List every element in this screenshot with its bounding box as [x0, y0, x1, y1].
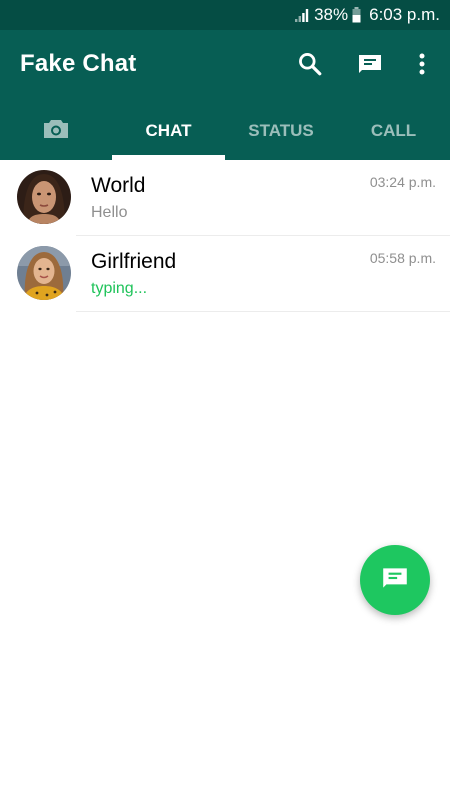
new-chat-icon[interactable]	[354, 48, 386, 80]
more-options-icon[interactable]	[406, 48, 438, 80]
camera-icon	[42, 117, 70, 146]
tab-call[interactable]: CALL	[337, 102, 450, 160]
chat-typing-indicator: typing...	[91, 280, 148, 297]
app-bar: Fake Chat CHAT STATUS CALL	[0, 30, 450, 160]
status-indicators: 38% 6:03 p.m.	[294, 4, 440, 26]
row-divider	[76, 311, 450, 312]
status-bar: 38% 6:03 p.m.	[0, 0, 450, 30]
chat-timestamp: 03:24 p.m.	[369, 174, 436, 190]
new-chat-fab[interactable]	[360, 545, 430, 615]
signal-icon	[294, 7, 310, 23]
tab-chat[interactable]: CHAT	[112, 102, 225, 160]
chat-name: Girlfriend	[91, 250, 177, 273]
chat-row-world[interactable]: World Hello 03:24 p.m.	[0, 160, 450, 236]
tab-camera[interactable]	[0, 102, 112, 160]
new-chat-icon	[380, 565, 410, 596]
chat-last-message: Hello	[91, 204, 128, 221]
search-icon[interactable]	[294, 48, 326, 80]
tab-status[interactable]: STATUS	[225, 102, 337, 160]
chat-timestamp: 05:58 p.m.	[369, 250, 436, 266]
tab-bar: CHAT STATUS CALL	[0, 102, 450, 160]
battery-percent: 38%	[314, 5, 349, 24]
chat-row-girlfriend[interactable]: Girlfriend typing... 05:58 p.m.	[0, 236, 450, 312]
app-title: Fake Chat	[20, 50, 137, 77]
avatar[interactable]	[17, 170, 71, 224]
avatar[interactable]	[17, 246, 71, 300]
battery-icon	[352, 7, 361, 23]
chat-name: World	[91, 174, 146, 197]
status-time: 6:03 p.m.	[369, 5, 440, 24]
chat-list: World Hello 03:24 p.m. Girlfriend typing…	[0, 160, 450, 312]
